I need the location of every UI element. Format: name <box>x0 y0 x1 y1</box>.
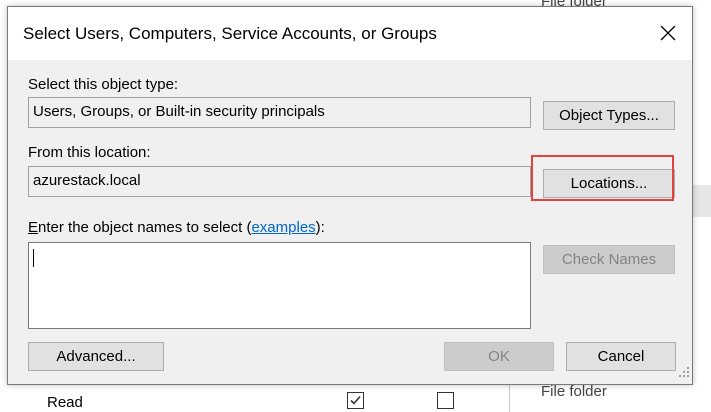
background-deny-read-checkbox[interactable] <box>437 392 454 409</box>
object-names-label: Enter the object names to select (exampl… <box>28 219 325 236</box>
dialog-title: Select Users, Computers, Service Account… <box>23 24 437 43</box>
resize-grip-icon[interactable] <box>679 364 689 381</box>
background-allow-read-checkbox[interactable] <box>347 392 364 409</box>
select-users-dialog: Select Users, Computers, Service Account… <box>7 6 693 385</box>
background-permission-read-label: Read <box>47 394 83 411</box>
close-button[interactable] <box>650 17 686 49</box>
cancel-button[interactable]: Cancel <box>566 342 676 371</box>
background-divider <box>509 385 510 412</box>
access-key-letter: E <box>28 219 39 236</box>
checkmark-icon <box>350 395 361 405</box>
object-names-input[interactable] <box>28 242 531 329</box>
object-names-label-text: nter the object names to select ( <box>38 219 252 236</box>
examples-link[interactable]: examples <box>251 219 315 236</box>
close-icon <box>660 25 676 41</box>
object-type-field: Users, Groups, or Built-in security prin… <box>28 97 531 128</box>
locations-button[interactable]: Locations... <box>543 169 675 198</box>
ok-button[interactable]: OK <box>444 342 554 371</box>
object-names-label-end: ): <box>315 219 325 236</box>
object-types-button[interactable]: Object Types... <box>543 101 675 130</box>
object-type-label: Select this object type: <box>28 76 179 93</box>
location-label: From this location: <box>28 144 151 161</box>
check-names-button[interactable]: Check Names <box>543 245 675 274</box>
background-file-type-bottom: File folder <box>541 383 607 400</box>
advanced-button[interactable]: Advanced... <box>28 342 164 371</box>
text-caret <box>33 249 34 267</box>
dialog-titlebar: Select Users, Computers, Service Account… <box>8 7 692 60</box>
location-field: azurestack.local <box>28 166 531 197</box>
background-selection-band <box>692 185 711 217</box>
